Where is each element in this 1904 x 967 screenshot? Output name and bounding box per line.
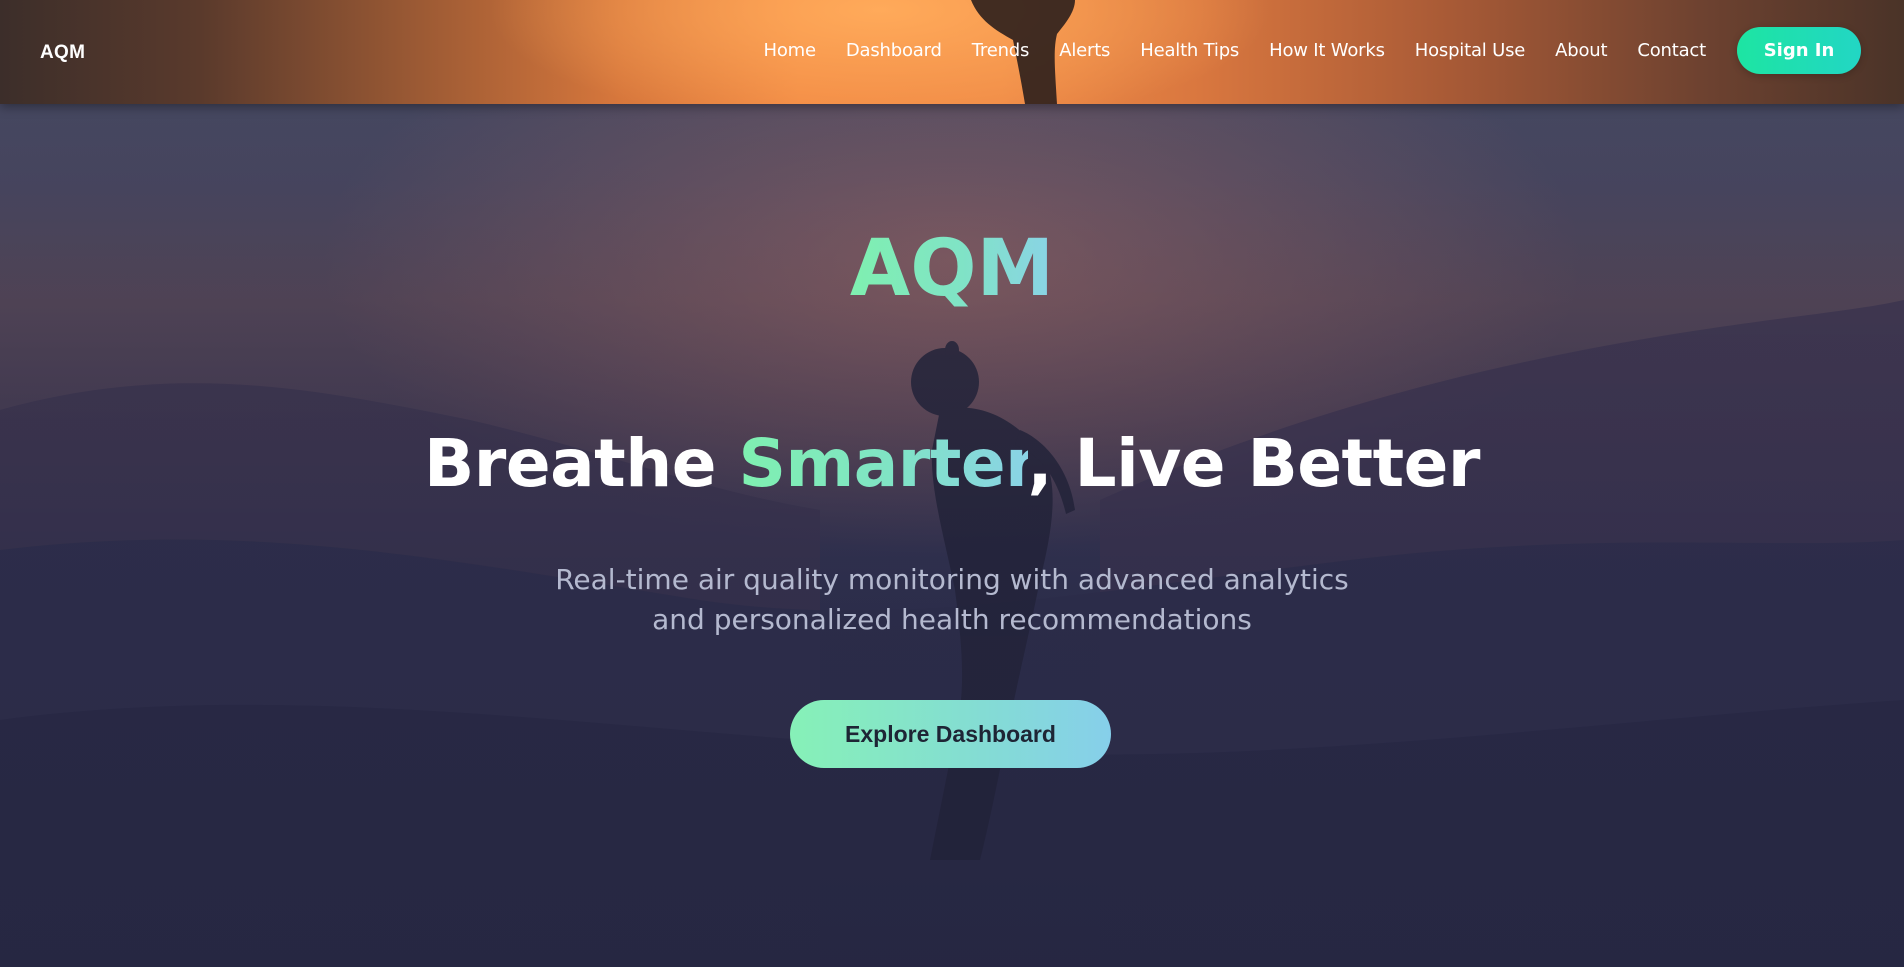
subtitle-line1: Real-time air quality monitoring with ad… <box>555 563 1349 596</box>
explore-dashboard-button[interactable]: Explore Dashboard <box>790 700 1111 768</box>
subtitle-line2: and personalized health recommendations <box>652 603 1252 636</box>
headline-part2: , Live Better <box>1027 425 1481 502</box>
headline-highlight: Smarter <box>738 425 1028 502</box>
nav-link-health-tips[interactable]: Health Tips <box>1140 40 1239 61</box>
brand-logo[interactable]: AQM <box>40 42 85 64</box>
nav-link-dashboard[interactable]: Dashboard <box>846 40 942 61</box>
nav-link-contact[interactable]: Contact <box>1637 40 1706 61</box>
sign-in-button[interactable]: Sign In <box>1737 27 1861 74</box>
nav-links: Home Dashboard Trends Alerts Health Tips… <box>734 40 1707 61</box>
hero-brand-title: AQM <box>0 224 1904 314</box>
navbar: AQM Home Dashboard Trends Alerts Health … <box>0 0 1904 104</box>
hero-headline: Breathe Smarter, Live Better <box>0 424 1904 504</box>
hero-subtitle: Real-time air quality monitoring with ad… <box>0 560 1904 640</box>
nav-link-how-it-works[interactable]: How It Works <box>1269 40 1385 61</box>
headline-part1: Breathe <box>424 425 739 502</box>
landing-page: AQM Home Dashboard Trends Alerts Health … <box>0 0 1904 967</box>
nav-link-about[interactable]: About <box>1555 40 1607 61</box>
nav-link-hospital-use[interactable]: Hospital Use <box>1415 40 1526 61</box>
hero-brand-text: AQM <box>849 224 1055 314</box>
nav-link-trends[interactable]: Trends <box>972 40 1030 61</box>
nav-link-home[interactable]: Home <box>764 40 817 61</box>
nav-link-alerts[interactable]: Alerts <box>1059 40 1110 61</box>
